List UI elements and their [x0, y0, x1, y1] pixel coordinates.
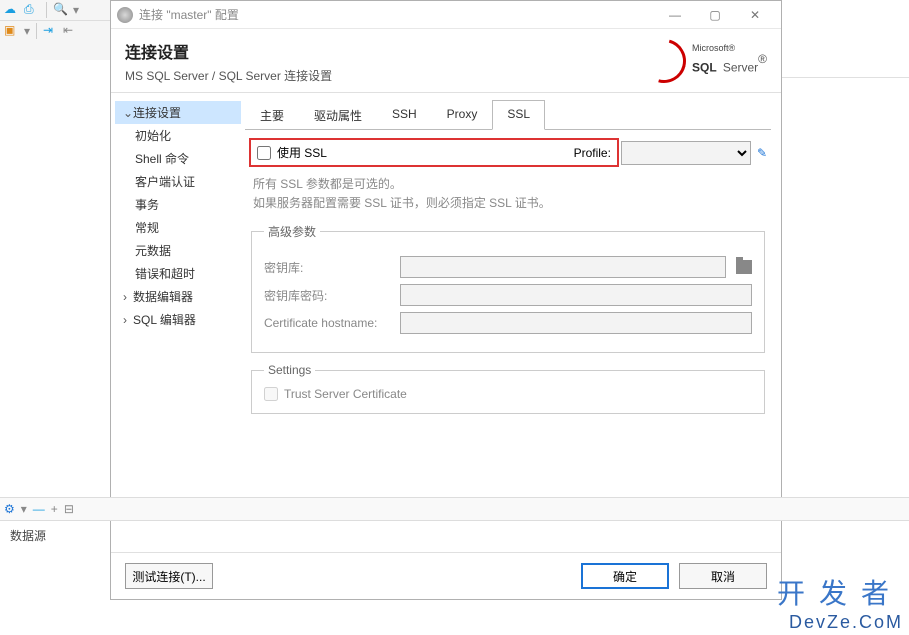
profile-select[interactable]	[621, 141, 751, 165]
folder-icon[interactable]: ▣	[4, 23, 20, 39]
advanced-legend: 高级参数	[264, 223, 320, 240]
browse-keystore-icon[interactable]	[736, 260, 752, 274]
cancel-button[interactable]: 取消	[679, 563, 767, 589]
gear-icon[interactable]: ⚙	[4, 502, 15, 516]
keystore-password-input[interactable]	[400, 284, 752, 306]
settings-tree: ⌄连接设置 初始化 Shell 命令 客户端认证 事务 常规 元数据 错误和超时…	[111, 93, 245, 552]
print-icon[interactable]: ⎙	[24, 2, 40, 18]
keystore-password-label: 密钥库密码:	[264, 287, 394, 304]
trust-cert-label: Trust Server Certificate	[284, 387, 407, 401]
cert-hostname-input[interactable]	[400, 312, 752, 334]
plus-icon[interactable]: +	[51, 502, 58, 516]
minimize-button[interactable]: —	[655, 8, 695, 22]
tab-main[interactable]: 主要	[245, 100, 299, 130]
keystore-label: 密钥库:	[264, 259, 394, 276]
window-title: 连接 "master" 配置	[139, 6, 655, 23]
tab-driver-props[interactable]: 驱动属性	[299, 100, 377, 130]
titlebar: 连接 "master" 配置 — ▢ ✕	[111, 1, 781, 29]
sidebar-item-general[interactable]: 常规	[115, 216, 241, 239]
sidebar-item-client-auth[interactable]: 客户端认证	[115, 170, 241, 193]
use-ssl-checkbox[interactable]	[257, 146, 271, 160]
use-ssl-label: 使用 SSL	[277, 144, 327, 161]
page-title: 连接设置	[125, 39, 332, 63]
tab-ssl[interactable]: SSL	[492, 100, 545, 130]
test-connection-button[interactable]: 测试连接(T)...	[125, 563, 213, 589]
close-button[interactable]: ✕	[735, 8, 775, 22]
sqlserver-swoosh-icon	[642, 39, 684, 81]
ok-button[interactable]: 确定	[581, 563, 669, 589]
tabs: 主要 驱动属性 SSH Proxy SSL	[245, 99, 771, 130]
background-right-area	[782, 0, 909, 78]
dropdown-caret-icon[interactable]: ▾	[24, 24, 30, 38]
sidebar-item-sql-editor[interactable]: ›SQL 编辑器	[115, 308, 241, 331]
dropdown-caret-icon[interactable]: ▾	[73, 3, 79, 17]
trust-cert-checkbox[interactable]	[264, 387, 278, 401]
settings-fieldset: Settings Trust Server Certificate	[251, 363, 765, 414]
keystore-input[interactable]	[400, 256, 726, 278]
edit-profile-icon[interactable]: ✎	[757, 146, 767, 160]
bottom-panel: ⚙▾ — + ⊟ 数据源	[0, 497, 909, 550]
ssl-hint: 所有 SSL 参数都是可选的。 如果服务器配置需要 SSL 证书，则必须指定 S…	[253, 175, 763, 213]
tab-ssh[interactable]: SSH	[377, 100, 432, 130]
sidebar-item-errors[interactable]: 错误和超时	[115, 262, 241, 285]
expand-icon[interactable]: ⇤	[63, 23, 79, 39]
maximize-button[interactable]: ▢	[695, 8, 735, 22]
collapse-icon[interactable]: ⇥	[43, 23, 59, 39]
sidebar-item-metadata[interactable]: 元数据	[115, 239, 241, 262]
sidebar-item-shell[interactable]: Shell 命令	[115, 147, 241, 170]
close-panel-icon[interactable]: ⊟	[64, 502, 74, 516]
sidebar-item-data-editor[interactable]: ›数据编辑器	[115, 285, 241, 308]
datasource-tab[interactable]: 数据源	[0, 521, 909, 550]
app-icon	[117, 7, 133, 23]
background-toolbar: ☁ ⎙ 🔍 ▾ ▣ ▾ ⇥ ⇤	[0, 0, 110, 60]
dialog-header: 连接设置 MS SQL Server / SQL Server 连接设置 Mic…	[111, 29, 781, 93]
minus-icon[interactable]: —	[33, 502, 45, 516]
sqlserver-logo: Microsoft® SQL Server®	[642, 39, 767, 81]
page-subtitle: MS SQL Server / SQL Server 连接设置	[125, 67, 332, 84]
cloud-icon[interactable]: ☁	[4, 2, 20, 18]
sidebar-item-init[interactable]: 初始化	[115, 124, 241, 147]
ssl-highlight-box: 使用 SSL Profile:	[249, 138, 619, 167]
sidebar-item-connection-settings[interactable]: ⌄连接设置	[115, 101, 241, 124]
profile-label: Profile:	[574, 146, 611, 160]
settings-legend: Settings	[264, 363, 315, 377]
watermark: 开发者 DevZe.CoM	[777, 572, 903, 633]
search-icon[interactable]: 🔍	[53, 2, 69, 18]
advanced-fieldset: 高级参数 密钥库: 密钥库密码: Certificate hostname:	[251, 223, 765, 353]
tab-proxy[interactable]: Proxy	[432, 100, 493, 130]
cert-hostname-label: Certificate hostname:	[264, 316, 394, 330]
sidebar-item-transactions[interactable]: 事务	[115, 193, 241, 216]
dialog-footer: 测试连接(T)... 确定 取消	[111, 552, 781, 599]
